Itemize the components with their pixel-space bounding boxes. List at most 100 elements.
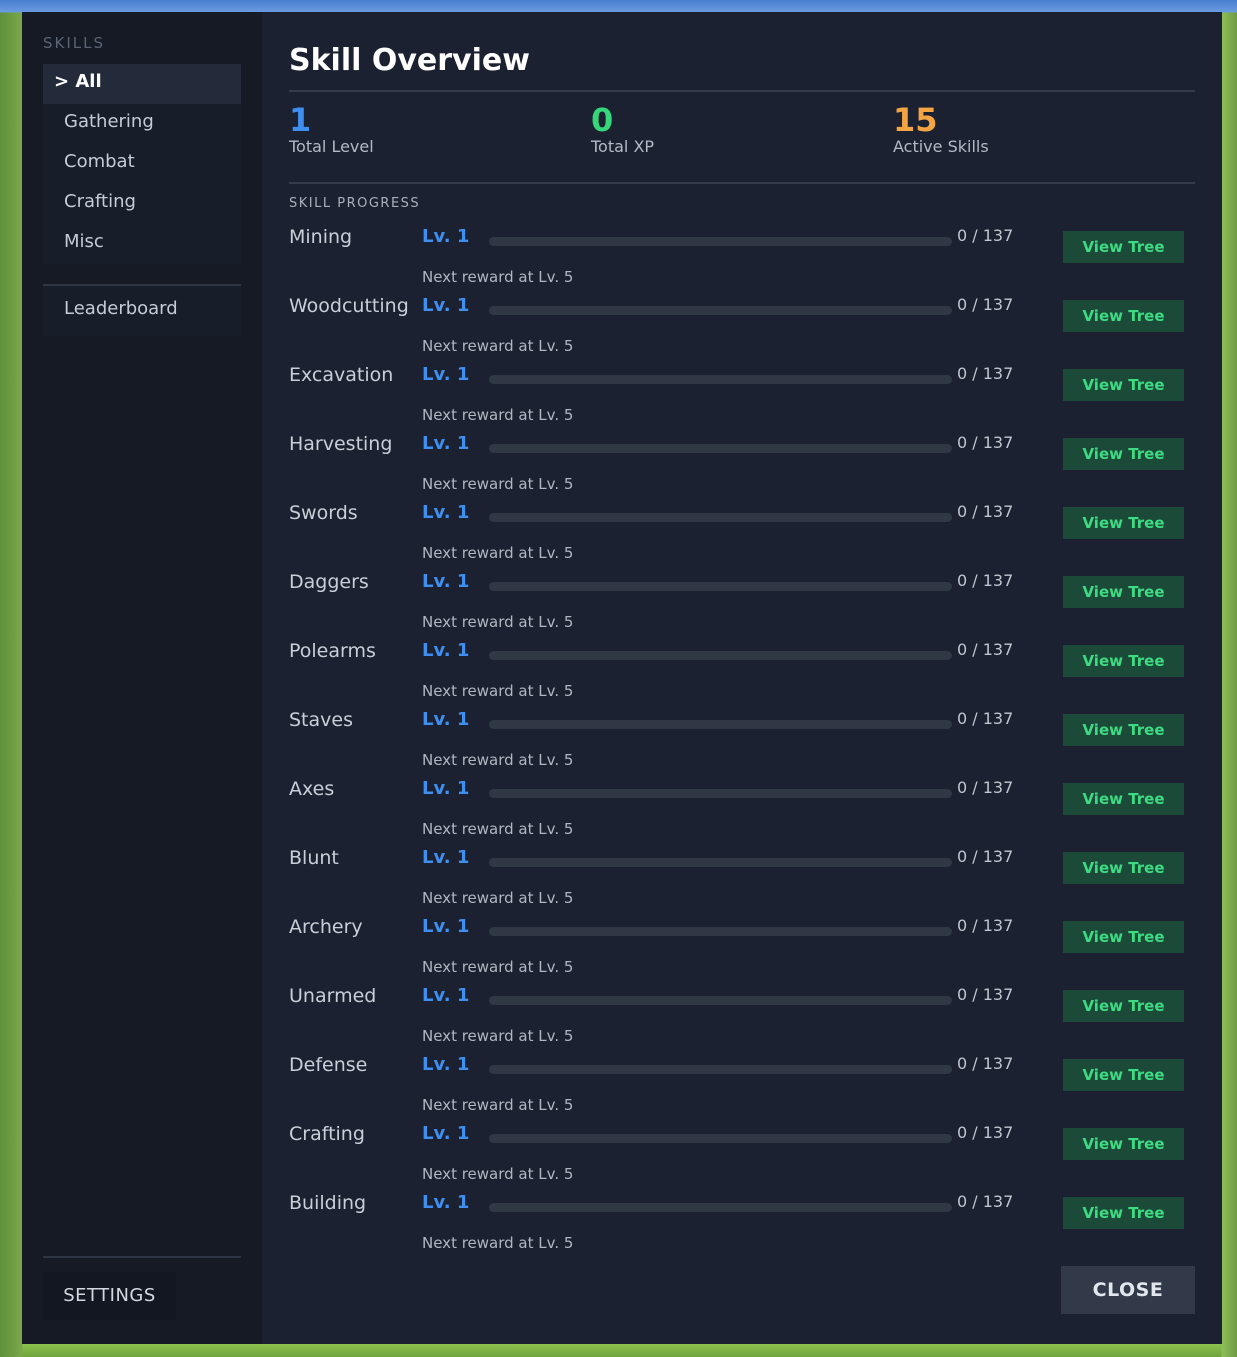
skill-progress-bar [489, 306, 952, 315]
skill-list: Mining Lv. 1 0 / 137 Next reward at Lv. 5 Vi… [289, 218, 1195, 1253]
view-tree-button[interactable]: View Tree [1063, 507, 1184, 539]
skill-progress-bar [489, 996, 952, 1005]
skill-progress-bar [489, 513, 952, 522]
skill-row: Staves Lv. 1 0 / 137 Next reward at Lv. 5 Vi… [289, 701, 1195, 770]
stats-divider [289, 182, 1195, 184]
sidebar-item-all[interactable]: > All [43, 64, 241, 104]
skill-name: Crafting [289, 1123, 365, 1145]
view-tree-button[interactable]: View Tree [1063, 369, 1184, 401]
skill-xp: 0 / 137 [957, 640, 1014, 659]
skill-row: Blunt Lv. 1 0 / 137 Next reward at Lv. 5 Vie… [289, 839, 1195, 908]
skill-level: Lv. 1 [422, 1123, 470, 1144]
skill-row: Mining Lv. 1 0 / 137 Next reward at Lv. 5 Vi… [289, 218, 1195, 287]
skill-level: Lv. 1 [422, 916, 470, 937]
skill-row: Building Lv. 1 0 / 137 Next reward at Lv. 5… [289, 1184, 1195, 1253]
sidebar-item-gathering[interactable]: Gathering [43, 104, 241, 144]
view-tree-button[interactable]: View Tree [1063, 1128, 1184, 1160]
view-tree-button[interactable]: View Tree [1063, 852, 1184, 884]
sidebar-item-misc[interactable]: Misc [43, 224, 241, 264]
stat-label: Total XP [591, 137, 655, 156]
skill-xp: 0 / 137 [957, 709, 1014, 728]
skill-level: Lv. 1 [422, 433, 470, 454]
view-tree-button[interactable]: View Tree [1063, 231, 1184, 263]
skill-progress-bar [489, 1065, 952, 1074]
next-reward-text: Next reward at Lv. 5 [422, 820, 574, 838]
skill-xp: 0 / 137 [957, 847, 1014, 866]
next-reward-text: Next reward at Lv. 5 [422, 682, 574, 700]
view-tree-button[interactable]: View Tree [1063, 1197, 1184, 1229]
view-tree-button[interactable]: View Tree [1063, 438, 1184, 470]
skill-progress-bar [489, 927, 952, 936]
skill-progress-bar [489, 375, 952, 384]
skill-name: Axes [289, 778, 335, 800]
skill-name: Unarmed [289, 985, 377, 1007]
view-tree-button[interactable]: View Tree [1063, 783, 1184, 815]
skill-name: Excavation [289, 364, 394, 386]
skill-level: Lv. 1 [422, 640, 470, 661]
leaderboard-link[interactable]: Leaderboard [43, 286, 241, 336]
skill-progress-bar [489, 858, 952, 867]
view-tree-button[interactable]: View Tree [1063, 645, 1184, 677]
view-tree-button[interactable]: View Tree [1063, 576, 1184, 608]
skill-level: Lv. 1 [422, 502, 470, 523]
skill-row: Excavation Lv. 1 0 / 137 Next reward at Lv.… [289, 356, 1195, 425]
stat-label: Total Level [289, 137, 374, 156]
skill-level: Lv. 1 [422, 1054, 470, 1075]
view-tree-button[interactable]: View Tree [1063, 921, 1184, 953]
next-reward-text: Next reward at Lv. 5 [422, 751, 574, 769]
next-reward-text: Next reward at Lv. 5 [422, 544, 574, 562]
skill-xp: 0 / 137 [957, 1192, 1014, 1211]
skill-progress-bar [489, 789, 952, 798]
next-reward-text: Next reward at Lv. 5 [422, 613, 574, 631]
skill-progress-bar [489, 651, 952, 660]
section-label: SKILL PROGRESS [289, 196, 421, 211]
skill-xp: 0 / 137 [957, 1123, 1014, 1142]
settings-button[interactable]: SETTINGS [43, 1272, 176, 1320]
view-tree-button[interactable]: View Tree [1063, 714, 1184, 746]
stats-summary: 1 Total Level 0 Total XP 15 Active Skill… [289, 92, 1195, 182]
skill-name: Polearms [289, 640, 376, 662]
page-title: Skill Overview [289, 43, 530, 78]
skill-row: Unarmed Lv. 1 0 / 137 Next reward at Lv. 5 V… [289, 977, 1195, 1046]
skill-row: Polearms Lv. 1 0 / 137 Next reward at Lv. 5… [289, 632, 1195, 701]
skill-xp: 0 / 137 [957, 502, 1014, 521]
skill-level: Lv. 1 [422, 985, 470, 1006]
skill-xp: 0 / 137 [957, 226, 1014, 245]
view-tree-button[interactable]: View Tree [1063, 300, 1184, 332]
skill-name: Archery [289, 916, 363, 938]
skill-row: Defense Lv. 1 0 / 137 Next reward at Lv. 5 V… [289, 1046, 1195, 1115]
sidebar-title: SKILLS [43, 34, 106, 52]
skill-name: Building [289, 1192, 367, 1214]
stat-label: Active Skills [893, 137, 989, 156]
skill-xp: 0 / 137 [957, 571, 1014, 590]
next-reward-text: Next reward at Lv. 5 [422, 337, 574, 355]
skill-name: Harvesting [289, 433, 393, 455]
close-button[interactable]: CLOSE [1061, 1266, 1195, 1314]
sidebar-item-combat[interactable]: Combat [43, 144, 241, 184]
skill-name: Mining [289, 226, 353, 248]
sidebar-item-crafting[interactable]: Crafting [43, 184, 241, 224]
next-reward-text: Next reward at Lv. 5 [422, 475, 574, 493]
next-reward-text: Next reward at Lv. 5 [422, 1096, 574, 1114]
skill-xp: 0 / 137 [957, 295, 1014, 314]
skill-name: Blunt [289, 847, 339, 869]
skill-name: Defense [289, 1054, 368, 1076]
skill-row: Daggers Lv. 1 0 / 137 Next reward at Lv. 5 V… [289, 563, 1195, 632]
stat-value: 1 [289, 101, 312, 139]
sidebar-footer: SETTINGS [43, 1256, 241, 1320]
view-tree-button[interactable]: View Tree [1063, 1059, 1184, 1091]
stat-total-level: 1 Total Level [289, 102, 591, 182]
category-list: > All Gathering Combat Crafting Misc [43, 64, 241, 264]
skill-row: Crafting Lv. 1 0 / 137 Next reward at Lv. 5… [289, 1115, 1195, 1184]
skill-level: Lv. 1 [422, 364, 470, 385]
view-tree-button[interactable]: View Tree [1063, 990, 1184, 1022]
skill-level: Lv. 1 [422, 709, 470, 730]
skill-row: Harvesting Lv. 1 0 / 137 Next reward at Lv.… [289, 425, 1195, 494]
skill-xp: 0 / 137 [957, 433, 1014, 452]
next-reward-text: Next reward at Lv. 5 [422, 1027, 574, 1045]
skill-xp: 0 / 137 [957, 985, 1014, 1004]
skill-name: Swords [289, 502, 358, 524]
skill-progress-bar [489, 1203, 952, 1212]
skill-xp: 0 / 137 [957, 1054, 1014, 1073]
main-panel: Skill Overview 1 Total Level 0 Total XP … [262, 12, 1222, 1344]
